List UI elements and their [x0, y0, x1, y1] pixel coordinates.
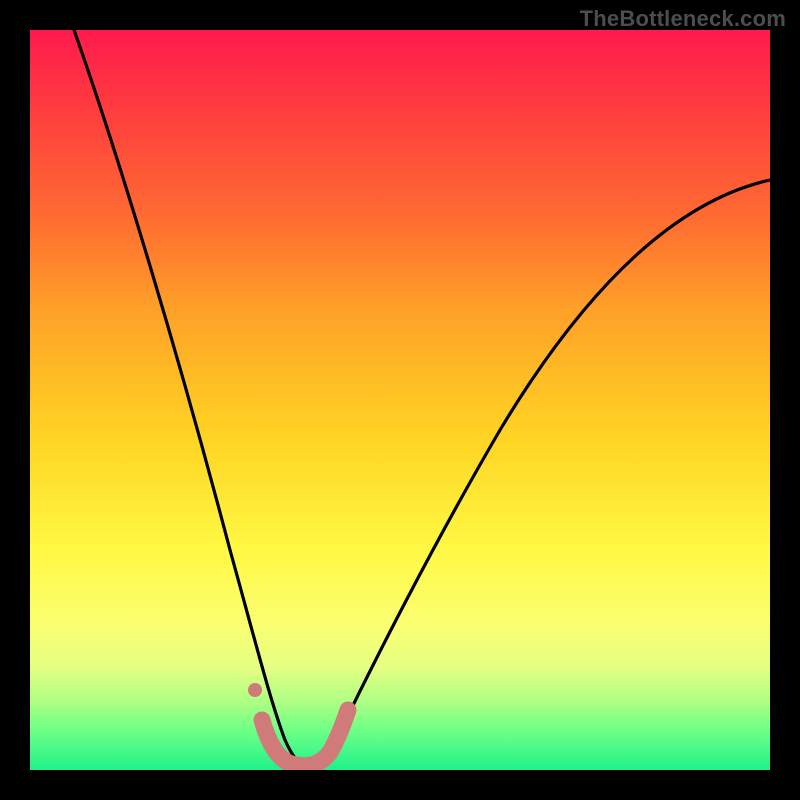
plot-area — [30, 30, 770, 770]
watermark-text: TheBottleneck.com — [580, 6, 786, 32]
chart-container: TheBottleneck.com — [0, 0, 800, 800]
bottleneck-curve — [74, 30, 770, 766]
curve-layer — [30, 30, 770, 770]
optimal-zone-dot — [248, 683, 262, 697]
optimal-zone-marker — [262, 710, 348, 766]
